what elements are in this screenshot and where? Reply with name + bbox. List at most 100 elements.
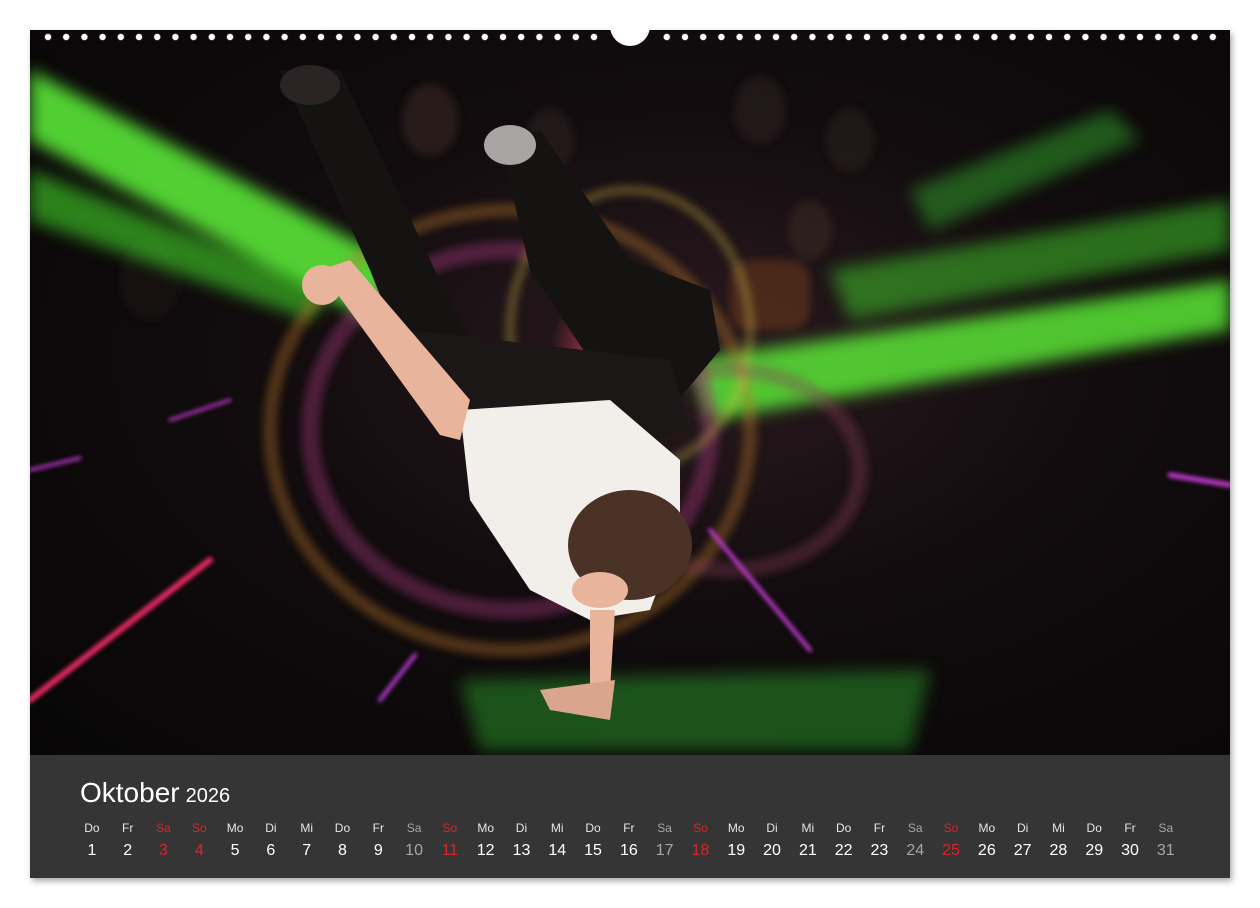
day-abbreviation: Do <box>334 821 351 835</box>
day-column: Sa 3 <box>146 819 182 861</box>
day-abbreviation: So <box>191 821 207 835</box>
day-number: 10 <box>405 842 423 859</box>
day-number: 22 <box>834 842 853 859</box>
day-column: Fr 30 <box>1112 819 1148 861</box>
calendar-photo <box>30 30 1230 755</box>
day-abbreviation: Mo <box>727 821 745 835</box>
day-abbreviation: Fr <box>873 821 886 835</box>
day-number: 13 <box>512 842 531 859</box>
day-column: Do 1 <box>74 819 110 861</box>
day-number: 4 <box>194 842 204 859</box>
day-abbreviation: Sa <box>657 821 672 835</box>
day-abbreviation: Do <box>84 821 100 835</box>
day-number: 8 <box>338 842 347 859</box>
day-abbreviation: Di <box>515 821 528 835</box>
day-number: 16 <box>619 842 638 859</box>
breakdancer-photo-illustration <box>30 65 1230 750</box>
month-title: Oktober 2026 <box>80 777 230 809</box>
day-abbreviation: Sa <box>406 821 422 835</box>
day-number: 15 <box>584 842 602 859</box>
day-abbreviation: Fr <box>122 821 134 835</box>
day-column: Sa 17 <box>647 819 683 861</box>
day-abbreviation: So <box>943 821 959 835</box>
day-number: 14 <box>548 842 567 859</box>
day-number: 2 <box>123 842 133 859</box>
day-number: 3 <box>159 842 168 859</box>
day-column: Mi 21 <box>790 819 826 861</box>
day-abbreviation: Mo <box>978 821 996 835</box>
day-abbreviation: Fr <box>372 821 384 835</box>
day-abbreviation: Do <box>835 821 852 835</box>
day-abbreviation: Fr <box>1124 821 1136 835</box>
day-column: Fr 2 <box>110 819 146 861</box>
day-column: So 4 <box>181 819 217 861</box>
day-column: Mi 7 <box>289 819 325 861</box>
day-number: 6 <box>266 842 276 859</box>
day-abbreviation: So <box>693 821 708 835</box>
day-abbreviation: Mi <box>300 821 314 835</box>
day-column: Sa 24 <box>897 819 933 861</box>
day-column: Fr 16 <box>611 819 647 861</box>
day-abbreviation: Di <box>265 821 277 835</box>
month-name: Oktober <box>80 777 180 808</box>
day-number: 29 <box>1085 842 1104 859</box>
day-abbreviation: Mi <box>550 821 564 835</box>
day-column: Sa 31 <box>1148 819 1184 861</box>
day-column: Do 15 <box>575 819 611 861</box>
day-abbreviation: Di <box>766 821 778 835</box>
day-number: 28 <box>1049 842 1068 859</box>
day-number: 26 <box>977 842 996 859</box>
day-column: Mo 12 <box>468 819 504 861</box>
day-column: Sa 10 <box>396 819 432 861</box>
month-year: 2026 <box>185 785 231 807</box>
day-row: Do 1 Fr 2 Sa 3 So 4 Mo 5 Di 6 Mi 7 Do 8 Fr 9 Sa 10 So 11 Mo 12 D… <box>74 819 1204 861</box>
day-abbreviation: Do <box>585 821 601 835</box>
day-number: 17 <box>655 842 674 859</box>
day-abbreviation: So <box>442 821 458 835</box>
day-column: Fr 23 <box>862 819 898 861</box>
day-number: 23 <box>870 842 889 859</box>
day-column: Fr 9 <box>360 819 396 861</box>
day-abbreviation: Sa <box>1158 821 1174 835</box>
day-abbreviation: Mi <box>1052 821 1065 835</box>
day-abbreviation: Mi <box>801 821 815 835</box>
day-abbreviation: Do <box>1086 821 1102 835</box>
day-column: So 11 <box>432 819 468 861</box>
day-column: Di 6 <box>253 819 289 861</box>
day-abbreviation: Sa <box>156 821 171 835</box>
day-abbreviation: Mo <box>477 821 494 835</box>
day-column: Mo 5 <box>217 819 253 861</box>
day-number: 9 <box>373 842 383 859</box>
day-column: Mi 28 <box>1041 819 1077 861</box>
day-number: 1 <box>87 842 97 859</box>
day-column: Do 29 <box>1076 819 1112 861</box>
day-number: 25 <box>942 842 960 859</box>
day-column: Do 8 <box>325 819 361 861</box>
day-number: 20 <box>763 842 781 859</box>
day-number: 11 <box>441 842 459 859</box>
breakdancer-figure <box>280 65 720 720</box>
day-abbreviation: Mo <box>226 821 244 835</box>
day-number: 24 <box>906 842 925 859</box>
day-column: So 18 <box>683 819 719 861</box>
day-column: Mi 14 <box>539 819 575 861</box>
day-column: Di 13 <box>504 819 540 861</box>
day-abbreviation: Fr <box>623 821 635 835</box>
day-column: So 25 <box>933 819 969 861</box>
day-number: 30 <box>1121 842 1139 859</box>
day-number: 21 <box>798 842 817 859</box>
day-column: Mo 19 <box>718 819 754 861</box>
day-number: 18 <box>691 842 710 859</box>
day-number: 31 <box>1156 842 1175 859</box>
day-number: 7 <box>302 842 312 859</box>
wall-calendar-page: Oktober 2026 Do 1 Fr 2 Sa 3 So 4 Mo 5 Di 6 Mi 7 Do 8 Fr 9 S… <box>30 30 1230 878</box>
day-abbreviation: Di <box>1016 821 1029 835</box>
day-number: 19 <box>727 842 746 859</box>
day-column: Mo 26 <box>969 819 1005 861</box>
day-column: Di 27 <box>1005 819 1041 861</box>
day-column: Di 20 <box>754 819 790 861</box>
day-number: 5 <box>230 842 240 859</box>
day-column: Do 22 <box>826 819 862 861</box>
day-number: 27 <box>1013 842 1032 859</box>
day-abbreviation: Sa <box>907 821 923 835</box>
